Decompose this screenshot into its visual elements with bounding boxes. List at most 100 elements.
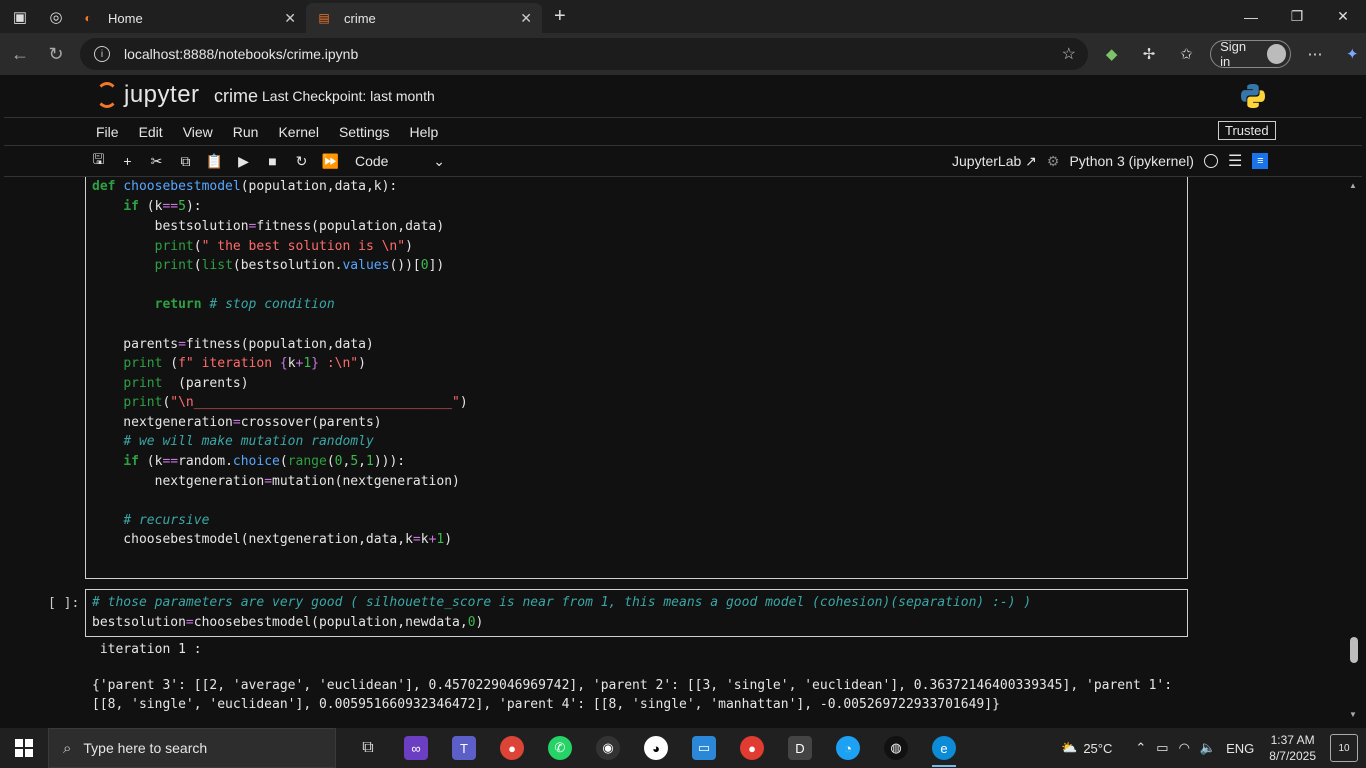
scrollbar-thumb[interactable] — [1350, 637, 1358, 663]
restart-icon[interactable]: ↻ — [287, 149, 316, 173]
puzzle-extensions-icon[interactable]: ✢ — [1135, 40, 1162, 68]
github-icon[interactable]: ◕ — [632, 728, 680, 768]
property-inspector-icon[interactable]: ≡ — [1252, 153, 1269, 169]
python-logo-icon — [1241, 84, 1265, 108]
recorder-icon[interactable]: ● — [728, 728, 776, 768]
stop-icon[interactable]: ■ — [258, 149, 287, 173]
url-text: localhost:8888/notebooks/crime.ipynb — [124, 46, 359, 62]
close-tab-icon[interactable]: ✕ — [520, 10, 532, 27]
obs-icon[interactable]: ◉ — [584, 728, 632, 768]
kernel-name[interactable]: Python 3 (ipykernel) — [1069, 153, 1194, 169]
whatsapp-icon[interactable]: ✆ — [536, 728, 584, 768]
menu-view[interactable]: View — [173, 124, 223, 140]
code-line: print(" the best solution is \n") — [154, 239, 413, 254]
scroll-up-icon[interactable]: ▲ — [1349, 181, 1357, 190]
code-cell[interactable]: # those parameters are very good ( silho… — [85, 589, 1188, 637]
remote-desktop-icon[interactable]: ▭ — [680, 728, 728, 768]
notification-count: 10 — [1338, 742, 1350, 754]
date: 8/7/2025 — [1269, 749, 1316, 763]
menu-icon[interactable]: ☰ — [1228, 151, 1242, 171]
menu-kernel[interactable]: Kernel — [268, 124, 328, 140]
chevron-down-icon: ⌄ — [433, 152, 445, 169]
search-icon: ⌕ — [63, 739, 72, 757]
sign-in-button[interactable]: Sign in — [1210, 39, 1292, 69]
jupyter-wordmark: jupyter — [124, 81, 200, 108]
code-cell[interactable]: def choosebestmodel(population,data,k): … — [85, 177, 1188, 579]
jupyterlab-link[interactable]: JupyterLab ↗ — [952, 153, 1037, 170]
site-info-icon[interactable]: i — [94, 46, 110, 62]
code-line: nextgeneration=mutation(nextgeneration) — [92, 474, 460, 489]
wifi-icon[interactable]: ◠ — [1179, 740, 1190, 756]
teams-icon[interactable]: T — [440, 728, 488, 768]
jupyter-logo[interactable]: jupyter — [96, 81, 200, 109]
windows-taskbar: ⌕ Type here to search ⧉ ∞ T ● ✆ ◉ ◕ ▭ ● … — [0, 728, 1366, 768]
task-view-icon[interactable]: ⧉ — [344, 728, 392, 768]
cell-type-select[interactable]: Code ⌄ — [355, 153, 445, 170]
save-icon[interactable]: 🖫 — [84, 149, 113, 173]
taskbar-search[interactable]: ⌕ Type here to search — [48, 728, 336, 768]
cell-prompt: [ ]: — [48, 596, 80, 611]
chrome-profile-icon[interactable]: ◍ — [872, 728, 920, 768]
output-line: {'parent 3': [[2, 'average', 'euclidean'… — [92, 678, 1173, 693]
jupyter-menu-bar: File Edit View Run Kernel Settings Help … — [4, 117, 1362, 145]
checkpoint-status: Last Checkpoint: last month — [262, 88, 435, 104]
trusted-badge[interactable]: Trusted — [1218, 121, 1276, 140]
run-icon[interactable]: ▶ — [229, 149, 258, 173]
cut-icon[interactable]: ✂ — [142, 149, 171, 173]
kernel-settings-icon[interactable]: ⚙ — [1047, 153, 1060, 170]
app-d-icon[interactable]: D — [776, 728, 824, 768]
notification-center-icon[interactable]: 10 — [1330, 734, 1358, 762]
chevron-up-icon[interactable]: ⌃ — [1135, 740, 1146, 756]
extension-icon[interactable]: ◆ — [1098, 40, 1125, 68]
workspaces-icon[interactable]: ◎ — [42, 3, 70, 31]
menu-settings[interactable]: Settings — [329, 124, 400, 140]
jupyter-header: jupyter crime Last Checkpoint: last mont… — [4, 75, 1362, 117]
favorites-icon[interactable]: ✩ — [1173, 40, 1200, 68]
new-tab-icon[interactable]: + — [554, 5, 566, 28]
code-line: nextgeneration=crossover(parents) — [92, 415, 382, 430]
tab-title: crime — [344, 10, 376, 26]
close-tab-icon[interactable]: ✕ — [284, 10, 296, 27]
windows-logo-icon — [15, 739, 33, 757]
close-window-icon[interactable]: ✕ — [1320, 0, 1366, 33]
menu-file[interactable]: File — [86, 124, 129, 140]
notebook-name[interactable]: crime — [214, 86, 258, 107]
code-line: # those parameters are very good ( silho… — [92, 595, 1032, 610]
visual-studio-icon[interactable]: ∞ — [392, 728, 440, 768]
battery-icon[interactable]: ▭ — [1156, 740, 1168, 756]
language-indicator[interactable]: ENG — [1226, 741, 1254, 756]
minimize-icon[interactable]: — — [1228, 0, 1274, 33]
insert-cell-icon[interactable]: + — [113, 149, 142, 173]
code-line: choosebestmodel(nextgeneration,data,k=k+… — [92, 532, 453, 547]
scroll-down-icon[interactable]: ▼ — [1349, 710, 1357, 719]
weather-cloud-icon: ⛅ — [1061, 740, 1078, 755]
refresh-icon[interactable]: ↻ — [38, 36, 74, 72]
back-icon[interactable]: ← — [2, 36, 38, 72]
menu-run[interactable]: Run — [223, 124, 269, 140]
weather-widget[interactable]: ⛅ 25°C — [1061, 740, 1112, 756]
menu-edit[interactable]: Edit — [129, 124, 173, 140]
browser-tools: ◆ ✢ ✩ Sign in ⋯ ✦ — [1098, 33, 1366, 75]
tab-actions-icon[interactable]: ▣ — [6, 3, 34, 31]
start-button[interactable] — [0, 728, 48, 768]
tab-home[interactable]: ◐ Home ✕ — [70, 3, 306, 33]
run-all-icon[interactable]: ⏩ — [316, 149, 345, 173]
notebook-scrollbar[interactable]: ▲ ▼ — [1346, 177, 1362, 723]
temperature: 25°C — [1083, 740, 1113, 756]
chrome-profile-icon[interactable]: ◔ — [824, 728, 872, 768]
edge-icon[interactable]: e — [920, 728, 968, 768]
chrome-icon[interactable]: ● — [488, 728, 536, 768]
more-menu-icon[interactable]: ⋯ — [1301, 40, 1328, 68]
clock[interactable]: 1:37 AM 8/7/2025 — [1269, 732, 1316, 764]
time: 1:37 AM — [1270, 733, 1315, 747]
copy-icon[interactable]: ⧉ — [171, 149, 200, 173]
notebook-icon: ▤ — [318, 11, 330, 25]
favorite-star-icon[interactable]: ☆ — [1062, 44, 1076, 64]
paste-icon[interactable]: 📋 — [200, 149, 229, 173]
copilot-icon[interactable]: ✦ — [1339, 40, 1366, 68]
url-field[interactable]: i localhost:8888/notebooks/crime.ipynb ☆ — [80, 38, 1088, 70]
menu-help[interactable]: Help — [400, 124, 449, 140]
restore-icon[interactable]: ❐ — [1274, 0, 1320, 33]
volume-icon[interactable]: 🔈 — [1200, 740, 1216, 756]
tab-crime[interactable]: ▤ crime ✕ — [306, 3, 542, 33]
